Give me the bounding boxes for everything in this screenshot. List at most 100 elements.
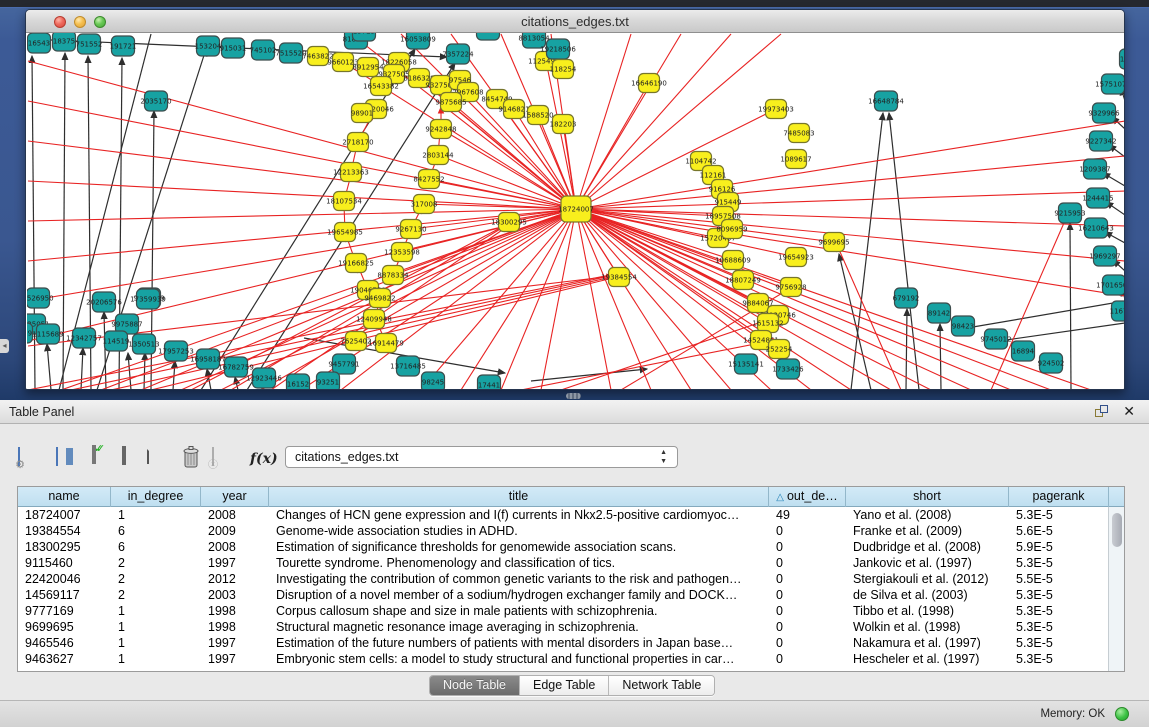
float-panel-icon[interactable] <box>1095 405 1109 419</box>
graph-node[interactable]: 118254 <box>550 60 577 79</box>
table-row[interactable]: 2242004622012Investigating the contribut… <box>18 571 1109 587</box>
graph-node[interactable]: 16305 <box>477 33 500 40</box>
graph-node[interactable]: 16646190 <box>631 74 667 93</box>
column-header-title[interactable]: title <box>269 487 769 507</box>
graph-node[interactable]: 1089617 <box>780 150 811 169</box>
graph-node[interactable]: 9457791 <box>328 354 359 374</box>
graph-node[interactable]: 18107534 <box>326 192 362 211</box>
column-header-in_degree[interactable]: in_degree <box>111 487 201 507</box>
graph-node[interactable]: 10688609 <box>715 251 751 270</box>
table-row[interactable]: 977716911998Corpus callosum shape and si… <box>18 603 1109 619</box>
graph-node[interactable]: 114519 <box>103 331 130 351</box>
graph-node[interactable]: 9215953 <box>1054 203 1085 223</box>
graph-node[interactable]: 153204 <box>195 36 222 56</box>
graph-node[interactable]: 98423 <box>952 316 975 336</box>
graph-node[interactable]: 924502 <box>1038 353 1065 373</box>
graph-node[interactable]: 17441 <box>478 375 501 390</box>
table-row[interactable]: 1938455462009Genome-wide association stu… <box>18 523 1109 539</box>
graph-node[interactable]: 18724007 <box>558 196 594 222</box>
table-row[interactable]: 946362711997Embryonic stem cells: a mode… <box>18 651 1109 667</box>
graph-node[interactable]: 16053809 <box>400 33 436 49</box>
tab-node-table[interactable]: Node Table <box>430 676 520 695</box>
delete-column-button[interactable] <box>180 445 202 473</box>
graph-node[interactable]: 2803144 <box>422 146 454 165</box>
graph-node[interactable]: 745102 <box>250 40 277 60</box>
graph-node[interactable]: 317008 <box>411 195 438 214</box>
graph-node[interactable]: 15135141 <box>728 354 764 374</box>
graph-node[interactable]: 9267130 <box>395 220 426 239</box>
graph-node[interactable]: 98245 <box>422 372 445 390</box>
column-header-short[interactable]: short <box>846 487 1009 507</box>
table-scrollbar[interactable] <box>1108 507 1124 671</box>
graph-node[interactable]: 1969297 <box>1089 246 1120 266</box>
graph-node[interactable]: 751552 <box>76 34 103 54</box>
graph-node[interactable]: 19654985 <box>327 223 363 242</box>
graph-node[interactable]: 98901 <box>351 104 373 123</box>
create-column-button[interactable] <box>147 446 149 474</box>
graph-node[interactable]: 15723 <box>353 33 376 41</box>
graph-node[interactable]: 16543 <box>28 33 51 53</box>
delete-table-button[interactable]: ⓧ <box>212 448 214 476</box>
graph-node[interactable]: 16894 <box>1012 341 1035 361</box>
function-builder-button[interactable]: f(x) <box>250 450 278 478</box>
table-mode-button[interactable]: ⚙ <box>18 448 20 476</box>
graph-node[interactable]: 20206576 <box>86 292 122 312</box>
graph-node[interactable]: 7515520 <box>275 43 306 63</box>
graph-node[interactable]: 15751074 <box>1095 74 1125 94</box>
table-row[interactable]: 1872400712008Changes of HCN gene express… <box>18 507 1109 523</box>
scrollbar-thumb[interactable] <box>1112 513 1122 547</box>
graph-node[interactable]: 1733426 <box>772 359 804 379</box>
row-height-button[interactable] <box>122 447 126 475</box>
graph-node[interactable]: 89142 <box>928 303 951 323</box>
graph-node[interactable]: 13716485 <box>390 356 426 376</box>
graph-node[interactable]: 7485083 <box>783 124 814 143</box>
network-window-titlebar[interactable]: citations_edges.txt <box>26 10 1124 33</box>
graph-node[interactable]: 19654923 <box>778 248 814 267</box>
column-header-out_de[interactable]: △out_de… <box>769 487 846 507</box>
select-columns-button[interactable] <box>92 446 96 474</box>
graph-node[interactable]: 182203 <box>550 115 577 134</box>
graph-node[interactable]: 8878334 <box>377 266 409 285</box>
graph-node[interactable]: 93251 <box>317 372 340 390</box>
table-selector-dropdown[interactable]: citations_edges.txt ▲▼ <box>285 446 678 468</box>
table-row[interactable]: 1830029562008Estimation of significance … <box>18 539 1109 555</box>
close-panel-icon[interactable]: ✕ <box>1123 403 1135 419</box>
graph-node[interactable]: 7625402 <box>340 332 371 351</box>
show-column-button[interactable] <box>56 448 58 476</box>
column-header-year[interactable]: year <box>201 487 269 507</box>
tab-network-table[interactable]: Network Table <box>609 676 714 695</box>
graph-node[interactable]: 12353598 <box>384 243 420 262</box>
graph-node[interactable]: 252254 <box>766 340 793 359</box>
graph-node[interactable]: 9227342 <box>1085 131 1116 151</box>
graph-node[interactable]: 1350513 <box>128 334 159 354</box>
graph-node[interactable]: 9329966 <box>1088 103 1120 123</box>
graph-node[interactable]: 11174 <box>1120 49 1126 69</box>
table-row[interactable]: 946554611997Estimation of the future num… <box>18 635 1109 651</box>
network-canvas[interactable]: 1872400774638229660123891295418226058932… <box>27 33 1125 390</box>
graph-node[interactable]: 1244415 <box>1082 188 1113 208</box>
table-row[interactable]: 911546021997Tourette syndrome. Phenomeno… <box>18 555 1109 571</box>
tab-edge-table[interactable]: Edge Table <box>520 676 609 695</box>
graph-node[interactable]: 116753 <box>1110 301 1125 321</box>
graph-node[interactable]: 9745012 <box>980 329 1011 349</box>
graph-node[interactable]: 1115689 <box>32 324 63 344</box>
column-header-pagerank[interactable]: pagerank <box>1009 487 1109 507</box>
graph-node[interactable]: 2035170 <box>140 91 171 111</box>
table-row[interactable]: 969969511998Structural magnetic resonanc… <box>18 619 1109 635</box>
collapse-west-panel-arrow[interactable]: ◂ <box>0 339 9 353</box>
graph-node[interactable]: 16152 <box>287 374 310 390</box>
graph-node[interactable]: 191721 <box>110 36 137 56</box>
graph-node[interactable]: 915031 <box>220 38 247 58</box>
graph-node[interactable]: 18375 <box>53 33 76 51</box>
column-header-name[interactable]: name <box>18 487 111 507</box>
table-row[interactable]: 1456911722003Disruption of a novel membe… <box>18 587 1109 603</box>
graph-node[interactable]: 679192 <box>893 288 920 308</box>
graph-node[interactable]: 2526950 <box>27 288 54 308</box>
graph-node[interactable]: 16210643 <box>1078 218 1114 238</box>
graph-node[interactable]: 7357224 <box>442 44 474 64</box>
splitter-handle[interactable] <box>566 393 581 399</box>
graph-node[interactable]: 2718170 <box>342 133 373 152</box>
graph-node[interactable]: 12213363 <box>333 163 369 182</box>
graph-node[interactable]: 16648784 <box>868 91 904 111</box>
graph-node[interactable]: 1209387 <box>1079 159 1110 179</box>
